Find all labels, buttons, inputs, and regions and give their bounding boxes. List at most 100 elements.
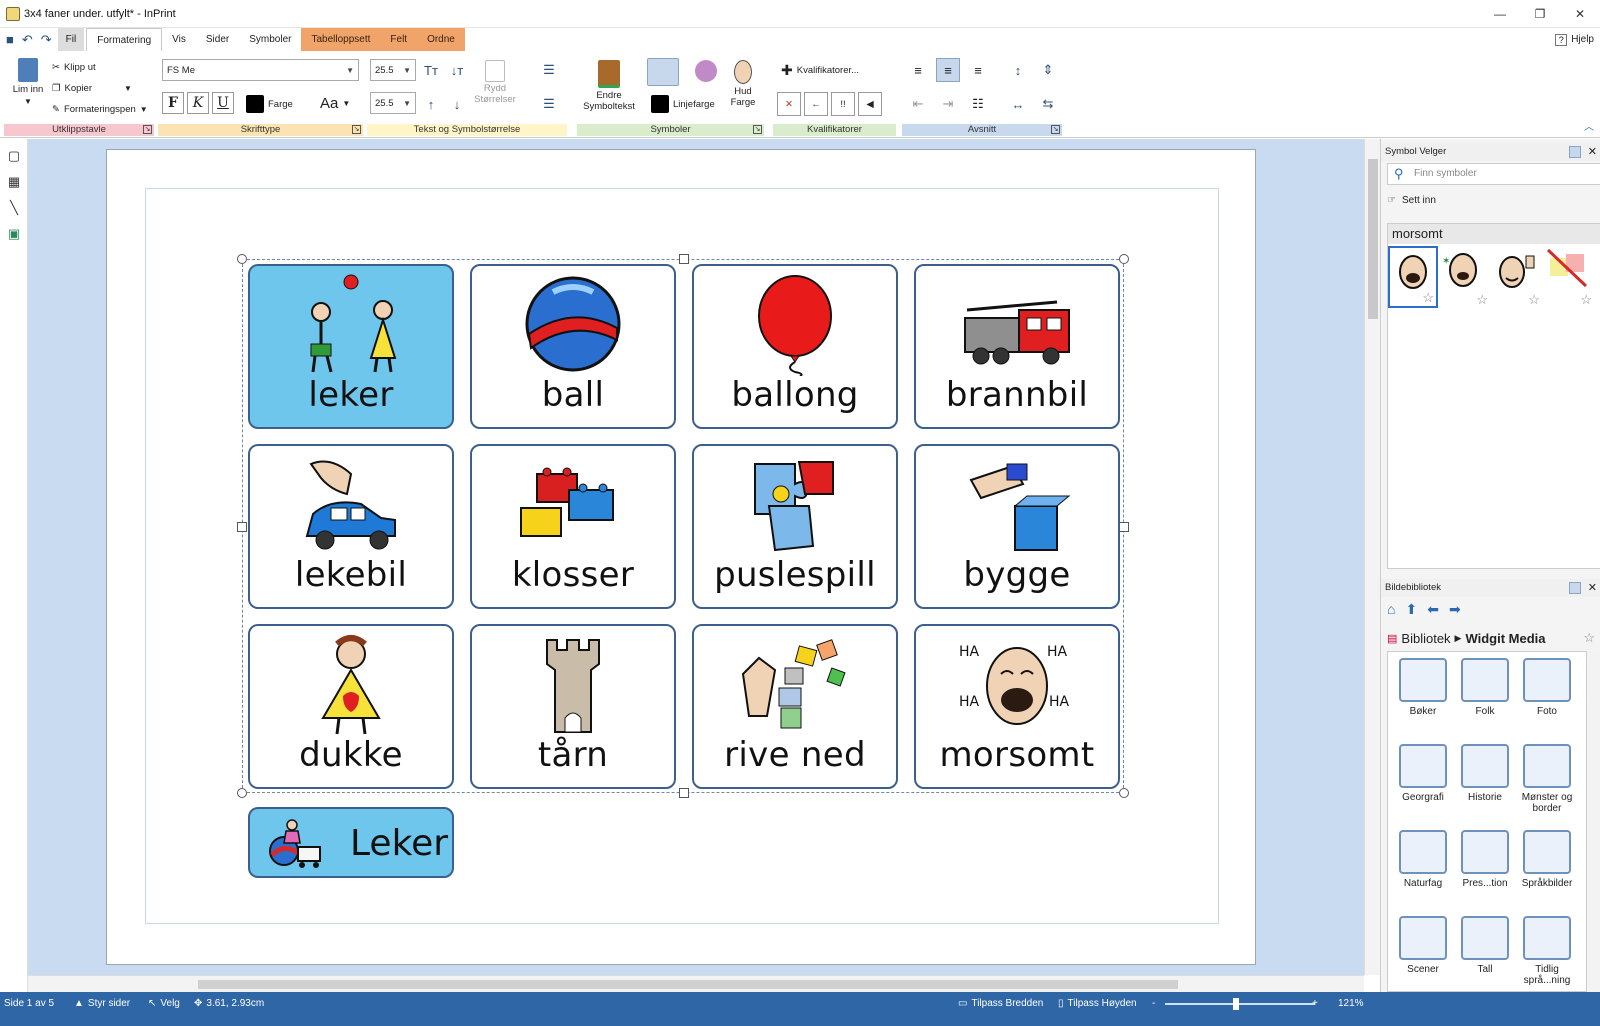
horizontal-scrollbar[interactable] <box>28 975 1364 992</box>
plural-qualifier-icon[interactable]: !! <box>831 92 855 116</box>
legend-card[interactable]: Leker <box>248 807 454 878</box>
grid-cell-tårn[interactable]: tårn <box>470 624 676 789</box>
star-icon[interactable]: ☆ <box>1528 292 1540 308</box>
indent-icon[interactable]: ⇥ <box>936 92 960 116</box>
symbol-search-input[interactable]: ⚲ Finn symboler <box>1387 163 1600 185</box>
collapse-ribbon-icon[interactable]: ︿ <box>1584 118 1594 133</box>
frame-tool-icon[interactable]: ▢ <box>5 147 23 165</box>
shrink-symbol-icon[interactable]: ↓ <box>445 92 469 116</box>
grid-cell-ballong[interactable]: ballong <box>692 264 898 429</box>
fit-height-button[interactable]: ▯ Tilpass Høyden <box>1058 998 1137 1009</box>
text-size-combo[interactable]: 25.5 ▼ <box>370 59 416 81</box>
grid-cell-dukke[interactable]: dukke <box>248 624 454 789</box>
star-icon[interactable]: ☆ <box>1580 292 1592 308</box>
back-icon[interactable]: ⬅ <box>1427 601 1439 618</box>
resize-handle[interactable] <box>1119 254 1129 264</box>
shrink-text-icon[interactable]: ↓т <box>445 58 469 82</box>
grid-cell-leker[interactable]: leker <box>248 264 454 429</box>
fit-width-button[interactable]: ▭ Tilpass Bredden <box>958 998 1043 1009</box>
grow-text-icon[interactable]: Tт <box>419 58 443 82</box>
grid-cell-rive-ned[interactable]: rive ned <box>692 624 898 789</box>
star-icon[interactable]: ☆ <box>1422 290 1434 306</box>
library-scrollbar[interactable] <box>1587 651 1600 992</box>
minimize-button[interactable]: — <box>1480 0 1520 28</box>
align-symbol-top-icon[interactable]: ☰ <box>537 58 561 82</box>
format-painter-button[interactable]: ✎ Formateringspen ▼ <box>52 104 148 115</box>
dialog-launcher-icon[interactable]: ↘ <box>1051 125 1060 134</box>
increase-spacing-icon[interactable]: ↕ <box>1006 58 1030 82</box>
grid-cell-bygge[interactable]: bygge <box>914 444 1120 609</box>
align-symbol-bottom-icon[interactable]: ☰ <box>537 92 561 116</box>
dialog-launcher-icon[interactable]: ↘ <box>143 125 152 134</box>
resize-handle[interactable] <box>237 788 247 798</box>
star-icon[interactable]: ☆ <box>1583 630 1595 646</box>
symbol-choice[interactable]: ☆ <box>1492 246 1542 308</box>
redo-icon[interactable]: ↷ <box>41 32 52 48</box>
symbol-grid-toggle-icon[interactable] <box>647 58 679 86</box>
maximize-button[interactable]: ❐ <box>1520 0 1560 28</box>
breadcrumb-current[interactable]: Widgit Media <box>1465 631 1545 646</box>
up-icon[interactable]: ⬆ <box>1405 601 1417 618</box>
narrow-icon[interactable]: ⇆ <box>1036 92 1060 116</box>
underline-button[interactable]: U <box>212 92 234 114</box>
tab-fil[interactable]: Fil <box>57 28 85 51</box>
palette-icon[interactable] <box>695 60 717 82</box>
align-center-icon[interactable]: ≡ <box>936 58 960 82</box>
close-icon[interactable]: ✕ <box>1588 579 1597 597</box>
library-folder[interactable]: Tall <box>1454 916 1516 975</box>
star-icon[interactable]: ☆ <box>1476 292 1488 308</box>
dialog-launcher-icon[interactable]: ↘ <box>352 125 361 134</box>
insert-symbol-button[interactable]: ☞ Sett inn <box>1387 195 1436 206</box>
copy-button[interactable]: ❐ Kopier ▼ <box>52 83 132 94</box>
tab-tabelloppsett[interactable]: Tabelloppsett <box>301 28 381 51</box>
paste-button[interactable]: Lim inn ▼ <box>10 58 46 106</box>
symbol-choice[interactable]: ✶ ☆ <box>1440 246 1490 308</box>
comparative-qualifier-icon[interactable]: ◀ <box>858 92 882 116</box>
tab-ordne[interactable]: Ordne <box>417 28 465 51</box>
library-folder[interactable]: Bøker <box>1392 658 1454 717</box>
close-icon[interactable]: ✕ <box>1588 143 1597 161</box>
symbol-choice[interactable]: ☆ <box>1388 246 1438 308</box>
grid-cell-klosser[interactable]: klosser <box>470 444 676 609</box>
scroll-thumb[interactable] <box>198 980 1178 989</box>
italic-button[interactable]: K <box>187 92 209 114</box>
home-icon[interactable]: ⌂ <box>1387 601 1395 618</box>
resize-handle[interactable] <box>237 522 247 532</box>
library-folder[interactable]: Historie <box>1454 744 1516 803</box>
library-folder[interactable]: Pres...tion <box>1454 830 1516 889</box>
library-folder[interactable]: Språkbilder <box>1516 830 1578 889</box>
change-symbol-text-button[interactable]: Endre Symboltekst <box>579 60 639 112</box>
tab-vis[interactable]: Vis <box>162 28 196 51</box>
select-mode[interactable]: ↖ Velg <box>148 998 180 1009</box>
tab-felt[interactable]: Felt <box>380 28 418 51</box>
grid-cell-puslespill[interactable]: puslespill <box>692 444 898 609</box>
manage-pages-button[interactable]: ▲ Styr sider <box>74 998 130 1009</box>
forward-icon[interactable]: ➡ <box>1449 601 1461 618</box>
save-icon[interactable]: ■ <box>6 32 14 47</box>
line-tool-icon[interactable]: ╲ <box>5 199 23 217</box>
align-left-icon[interactable]: ≡ <box>906 58 930 82</box>
library-folder[interactable]: Folk <box>1454 658 1516 717</box>
grid-cell-brannbil[interactable]: brannbil <box>914 264 1120 429</box>
zoom-slider-thumb[interactable] <box>1233 998 1239 1010</box>
bullet-list-icon[interactable]: ☷ <box>966 92 990 116</box>
resize-handle[interactable] <box>679 254 689 264</box>
grid-cell-ball[interactable]: ball <box>470 264 676 429</box>
dialog-launcher-icon[interactable]: ↘ <box>753 125 762 134</box>
breadcrumb-root[interactable]: Bibliotek <box>1401 631 1450 646</box>
tab-symboler[interactable]: Symboler <box>239 28 301 51</box>
font-color-button[interactable]: Farge <box>246 95 293 113</box>
resize-handle[interactable] <box>1119 522 1129 532</box>
decrease-spacing-icon[interactable]: ⇕ <box>1036 58 1060 82</box>
align-right-icon[interactable]: ≡ <box>966 58 990 82</box>
symbol-size-combo[interactable]: 25.5 ▼ <box>370 92 416 114</box>
font-family-combo[interactable]: FS Me ▼ <box>162 59 359 81</box>
close-button[interactable]: ✕ <box>1560 0 1600 28</box>
change-case-button[interactable]: Aa ▼ <box>320 95 350 112</box>
image-tool-icon[interactable]: ▣ <box>5 225 23 243</box>
table-tool-icon[interactable]: ▦ <box>5 173 23 191</box>
library-folder[interactable]: Georgrafi <box>1392 744 1454 803</box>
pin-icon[interactable] <box>1569 582 1581 594</box>
library-folder[interactable]: Scener <box>1392 916 1454 975</box>
zoom-in-button[interactable]: + <box>1312 998 1318 1009</box>
